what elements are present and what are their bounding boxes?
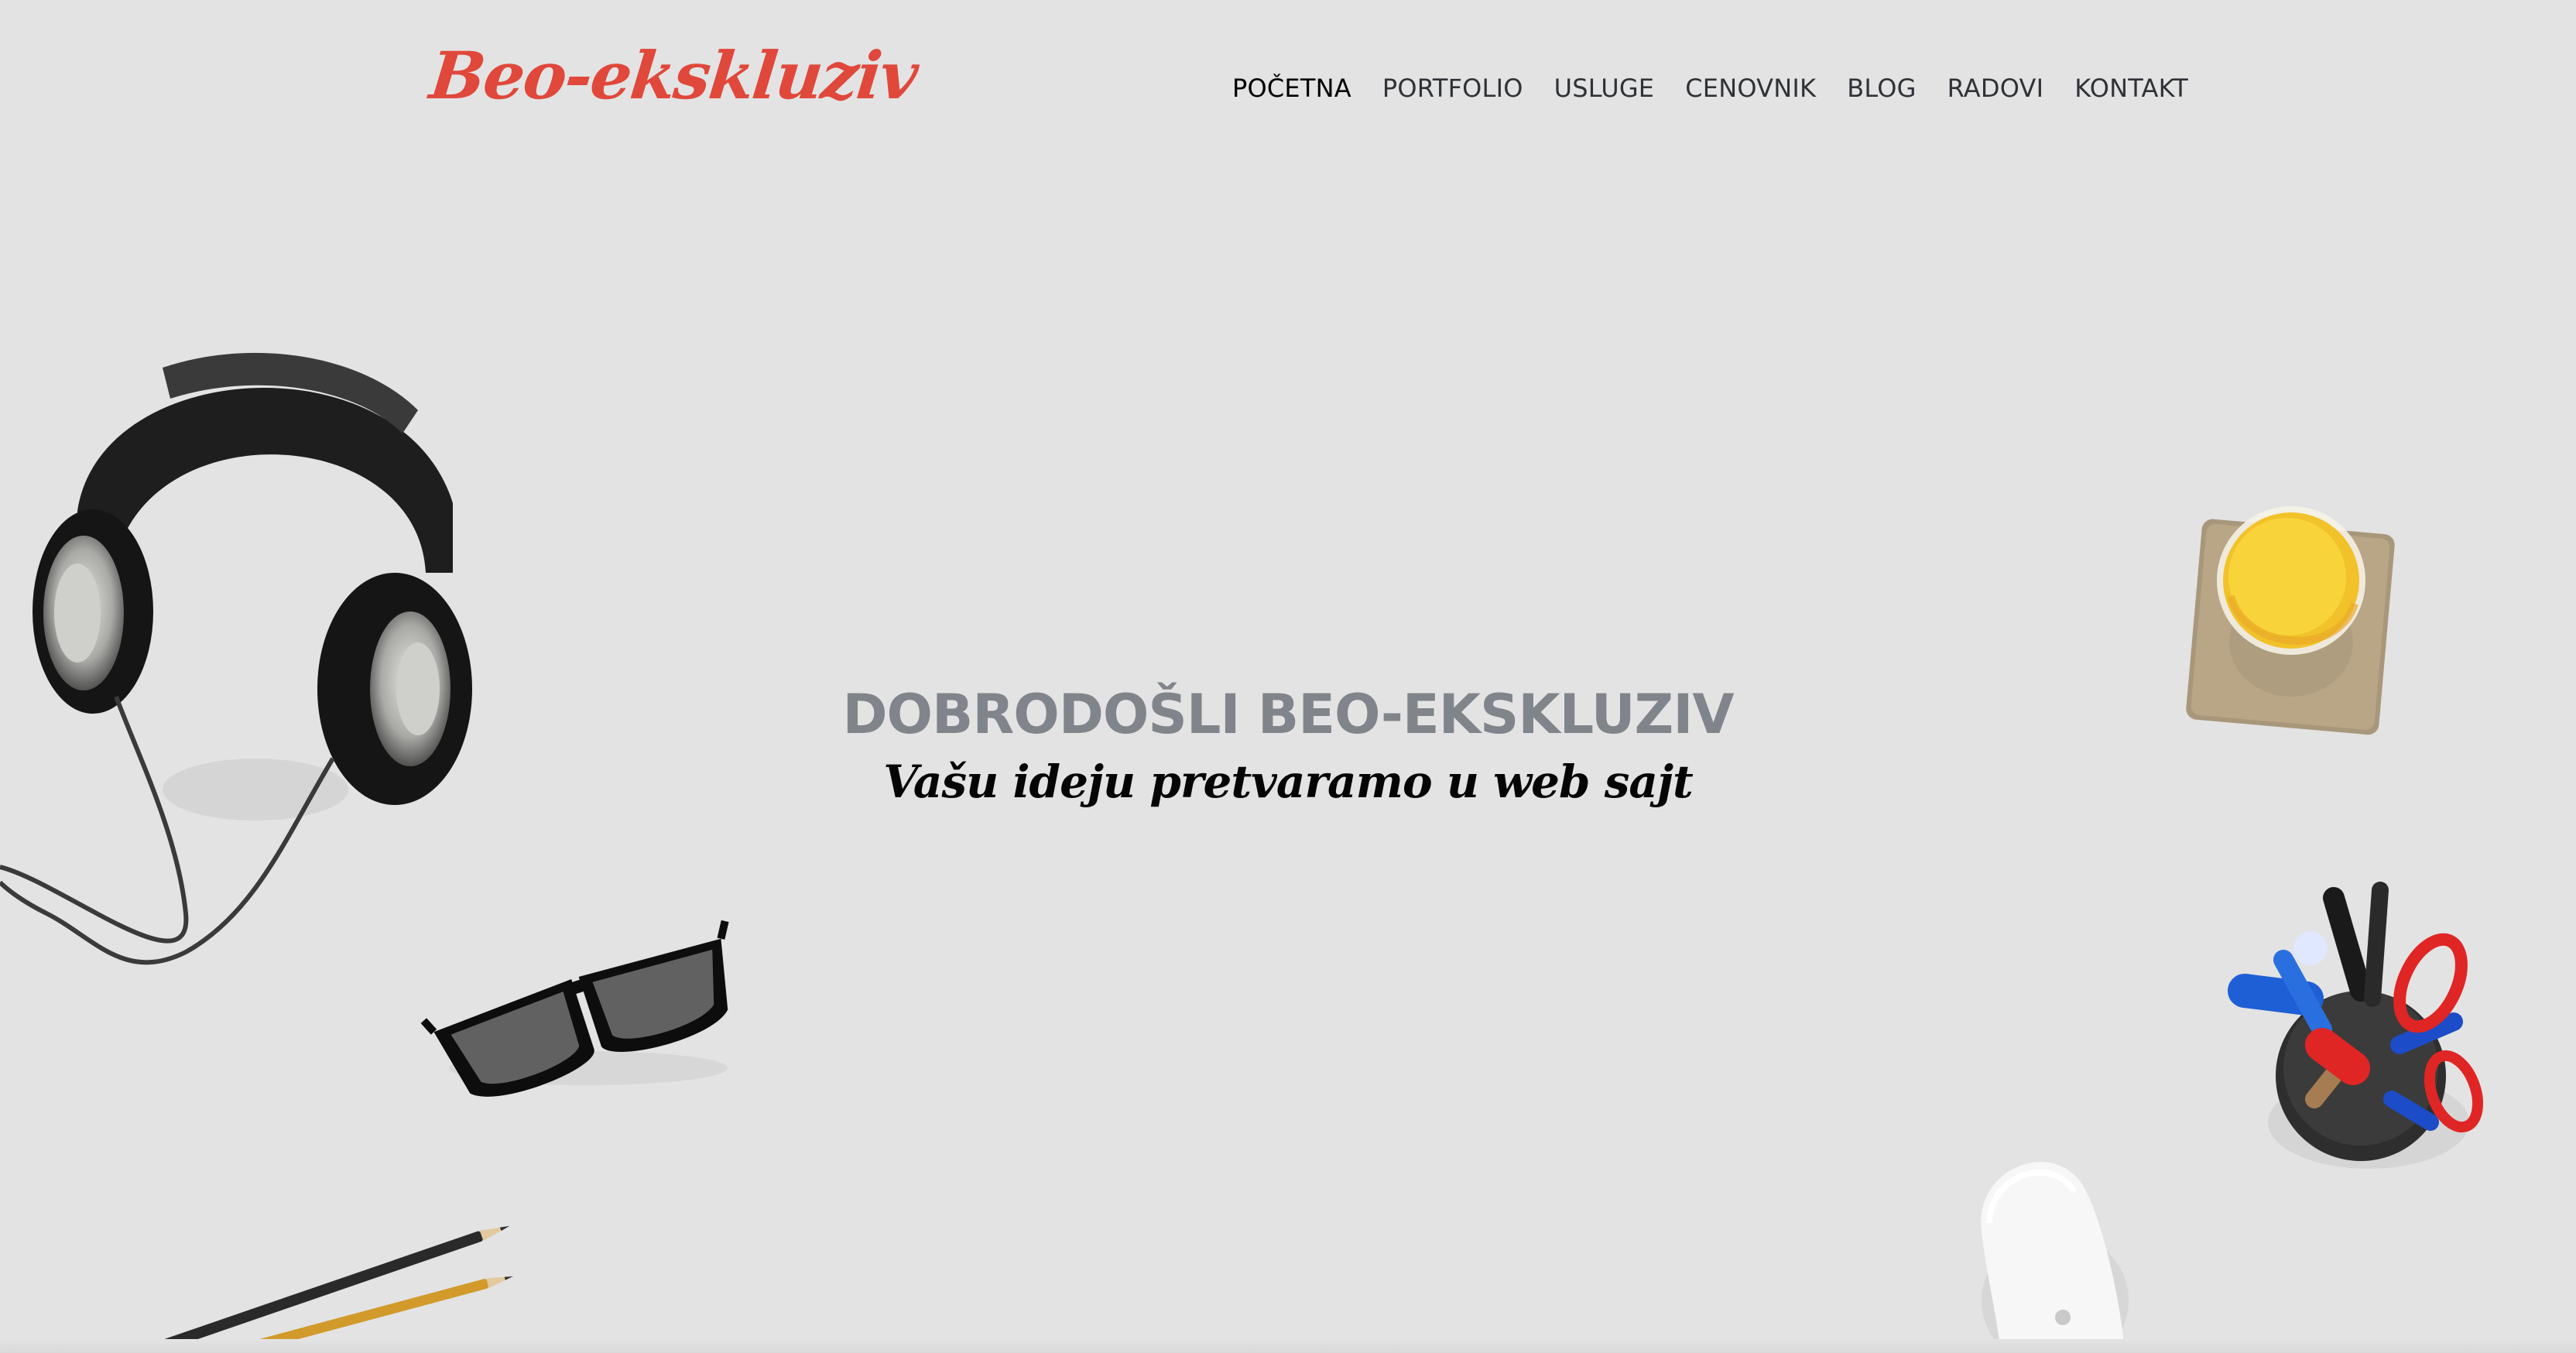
nav-item-pocetna[interactable]: POČETNA xyxy=(1232,71,1351,105)
glasses-icon xyxy=(420,920,729,1097)
pencils-icon xyxy=(158,1226,513,1353)
juice-glass-icon xyxy=(2186,506,2395,735)
bottom-edge xyxy=(0,1339,2576,1353)
nav-item-portfolio[interactable]: PORTFOLIO xyxy=(1382,71,1523,105)
nav-item-radovi[interactable]: RADOVI xyxy=(1947,71,2044,105)
headphones-icon xyxy=(0,352,472,965)
pen-cup-icon xyxy=(2228,882,2484,1169)
nav-item-cenovnik[interactable]: CENOVNIK xyxy=(1685,71,1816,105)
mouse-icon xyxy=(1981,1162,2129,1353)
nav-item-kontakt[interactable]: KONTAKT xyxy=(2074,71,2188,105)
nav-item-usluge[interactable]: USLUGE xyxy=(1554,71,1655,105)
site-logo[interactable]: Beo-ekskluziv xyxy=(426,37,920,114)
main-nav: POČETNA PORTFOLIO USLUGE CENOVNIK BLOG R… xyxy=(1232,71,2188,105)
nav-item-blog[interactable]: BLOG xyxy=(1847,71,1916,105)
